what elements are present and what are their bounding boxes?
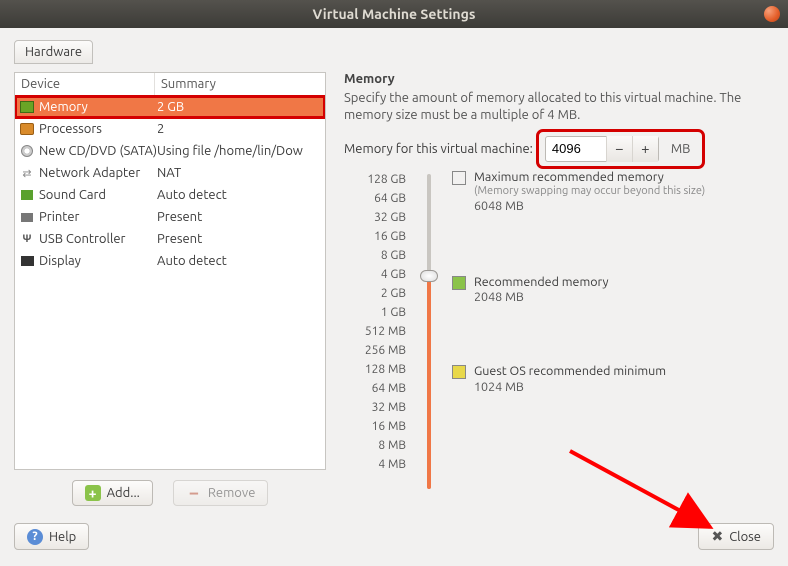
device-row-processors[interactable]: Processors 2	[15, 118, 325, 140]
tab-hardware[interactable]: Hardware	[14, 40, 93, 64]
legend-max-sub: (Memory swapping may occur beyond this s…	[474, 185, 705, 199]
add-device-button[interactable]: + Add...	[72, 480, 153, 506]
add-label: Add...	[107, 486, 140, 500]
close-label: Close	[729, 530, 761, 544]
titlebar: Virtual Machine Settings	[0, 0, 788, 28]
plus-icon: +	[85, 485, 101, 501]
disc-icon	[19, 144, 35, 158]
device-row-network[interactable]: ⇄ Network Adapter NAT	[15, 162, 325, 184]
panel-heading: Memory	[344, 72, 770, 86]
legend-min-title: Guest OS recommended minimum	[474, 364, 666, 380]
device-row-cddvd[interactable]: New CD/DVD (SATA) Using file /home/lin/D…	[15, 140, 325, 162]
device-table-header: Device Summary	[15, 73, 325, 96]
device-label: Processors	[39, 122, 157, 136]
device-row-memory[interactable]: Memory 2 GB	[15, 96, 325, 118]
device-label: Network Adapter	[39, 166, 157, 180]
device-summary: NAT	[157, 166, 321, 180]
help-icon: ?	[27, 529, 43, 545]
device-label: Display	[39, 254, 157, 268]
remove-device-button: − Remove	[173, 480, 269, 506]
memory-icon	[19, 100, 35, 114]
close-icon: ✖	[711, 528, 723, 545]
legend-max-value: 6048 MB	[474, 199, 705, 215]
device-label: USB Controller	[39, 232, 157, 246]
memory-increment-button[interactable]: +	[632, 136, 658, 162]
device-row-display[interactable]: Display Auto detect	[15, 250, 325, 272]
memory-spinner[interactable]: − +	[545, 136, 659, 162]
display-icon	[19, 254, 35, 268]
device-label: Sound Card	[39, 188, 157, 202]
device-summary: Present	[157, 210, 321, 224]
legend-swatch-rec	[452, 276, 466, 290]
slider-thumb[interactable]	[420, 270, 438, 282]
close-button[interactable]: ✖ Close	[698, 523, 774, 550]
minus-icon: −	[186, 485, 202, 501]
col-header-summary[interactable]: Summary	[155, 73, 325, 95]
window-close-button[interactable]	[764, 6, 780, 22]
memory-slider[interactable]	[418, 170, 440, 493]
legend-swatch-min	[452, 365, 466, 379]
device-label: New CD/DVD (SATA)	[39, 144, 157, 158]
legend-swatch-max	[452, 171, 466, 185]
printer-icon	[19, 210, 35, 224]
slider-fill	[427, 275, 431, 489]
device-row-printer[interactable]: Printer Present	[15, 206, 325, 228]
help-label: Help	[49, 530, 76, 544]
sound-icon	[19, 188, 35, 202]
device-table: Device Summary Memory 2 GB Processors 2 …	[14, 72, 326, 470]
device-summary: Present	[157, 232, 321, 246]
legend-rec-value: 2048 MB	[474, 290, 609, 306]
device-label: Printer	[39, 210, 157, 224]
device-summary: Auto detect	[157, 188, 321, 202]
memory-unit: MB	[665, 142, 697, 156]
col-header-device[interactable]: Device	[15, 73, 155, 95]
memory-tick-labels: 128 GB 64 GB 32 GB 16 GB 8 GB 4 GB 2 GB …	[344, 170, 406, 493]
device-label: Memory	[39, 100, 157, 114]
window-title: Virtual Machine Settings	[313, 6, 476, 22]
annotation-highlight: − + MB	[541, 134, 701, 164]
memory-input[interactable]	[546, 137, 606, 160]
network-icon: ⇄	[19, 166, 35, 180]
device-summary: 2	[157, 122, 321, 136]
device-summary: Using file /home/lin/Dow	[157, 144, 321, 158]
legend-min-value: 1024 MB	[474, 380, 666, 396]
memory-legend: Maximum recommended memory (Memory swapp…	[452, 170, 770, 493]
panel-description: Specify the amount of memory allocated t…	[344, 90, 770, 124]
help-button[interactable]: ? Help	[14, 523, 89, 550]
legend-rec-title: Recommended memory	[474, 275, 609, 291]
device-row-sound[interactable]: Sound Card Auto detect	[15, 184, 325, 206]
tab-bar: Hardware	[14, 40, 774, 64]
device-row-usb[interactable]: Ψ USB Controller Present	[15, 228, 325, 250]
memory-field-label: Memory for this virtual machine:	[344, 142, 533, 156]
memory-decrement-button[interactable]: −	[606, 136, 632, 162]
device-summary: 2 GB	[157, 100, 321, 114]
remove-label: Remove	[208, 486, 256, 500]
usb-icon: Ψ	[19, 232, 35, 246]
device-summary: Auto detect	[157, 254, 321, 268]
legend-max-title: Maximum recommended memory	[474, 170, 705, 186]
cpu-icon	[19, 122, 35, 136]
